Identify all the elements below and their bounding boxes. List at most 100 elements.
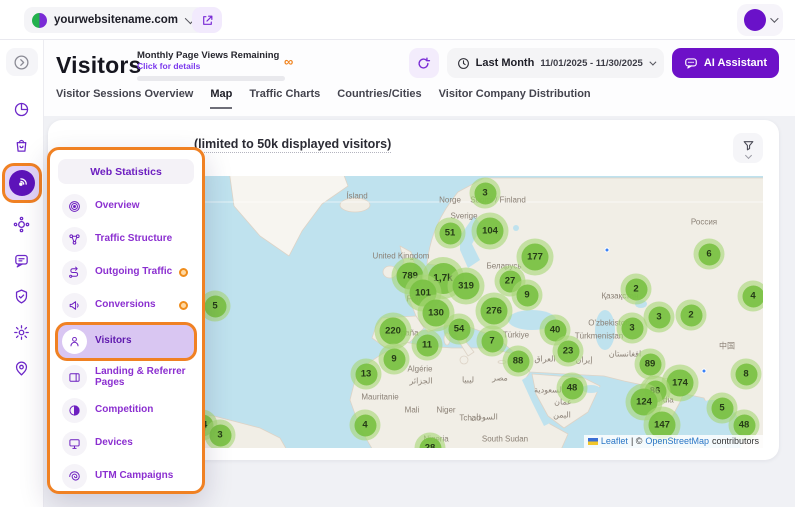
cluster-count: 48 <box>561 377 583 399</box>
visitor-cluster[interactable]: 2 <box>676 300 707 331</box>
sidebar-item-automation[interactable] <box>6 209 38 239</box>
refresh-button[interactable] <box>409 48 439 78</box>
cluster-count: 3 <box>648 306 670 328</box>
settings-gear-icon <box>13 324 30 341</box>
visitor-cluster[interactable]: 54 <box>444 314 475 345</box>
visitor-cluster[interactable]: 276 <box>476 293 513 330</box>
sidebar-item-settings-gear[interactable] <box>6 317 38 347</box>
sidebar-item-shield[interactable] <box>6 281 38 311</box>
visitor-cluster[interactable]: 13 <box>351 359 382 390</box>
visitor-cluster[interactable]: 88 <box>503 346 534 377</box>
menu-item-landing-referrer-pages[interactable]: Landing & Referrer Pages <box>58 361 194 394</box>
visitor-cluster[interactable]: 4 <box>350 410 381 441</box>
date-range-picker[interactable]: Last Month 11/01/2025 - 11/30/2025 <box>447 48 664 78</box>
half-circle-icon <box>68 404 81 417</box>
single-visitor-marker[interactable] <box>605 248 610 253</box>
visitor-cluster[interactable]: 3 <box>644 302 675 333</box>
visitor-cluster[interactable]: 104 <box>472 213 509 250</box>
tab-visitor-company-distribution[interactable]: Visitor Company Distribution <box>439 88 591 109</box>
visitor-cluster[interactable]: 6 <box>694 239 725 270</box>
site-favicon <box>32 13 47 28</box>
page-views-quota: Monthly Page Views Remaining Click for d… <box>137 50 287 81</box>
visitor-cluster[interactable]: 23 <box>553 336 584 367</box>
single-visitor-marker[interactable] <box>702 369 707 374</box>
openstreetmap-link[interactable]: OpenStreetMap <box>645 436 709 446</box>
cluster-count: 220 <box>380 318 407 345</box>
menu-item-label: Overview <box>95 201 139 212</box>
sidebar-item-web-stats-radar[interactable] <box>5 166 39 200</box>
refresh-icon <box>416 56 431 71</box>
visitor-cluster[interactable]: 3 <box>205 420 236 449</box>
chat-icon <box>13 252 30 269</box>
cluster-count: 2 <box>625 278 647 300</box>
tab-countries-cities[interactable]: Countries/Cities <box>337 88 421 109</box>
visitor-cluster[interactable]: 2 <box>621 274 652 305</box>
visitor-cluster[interactable]: 7 <box>477 326 508 357</box>
sidebar-item-chat[interactable] <box>6 245 38 275</box>
sidebar-item-visitor-location[interactable] <box>6 353 38 383</box>
visitor-cluster[interactable]: 9 <box>512 280 543 311</box>
avatar <box>744 9 766 31</box>
cluster-count: 3 <box>474 182 496 204</box>
menu-item-overview[interactable]: Overview <box>58 190 194 223</box>
cluster-count: 4 <box>354 414 376 436</box>
tab-map[interactable]: Map <box>210 88 232 109</box>
cluster-count: 9 <box>383 348 405 370</box>
chevron-down-icon <box>744 151 751 158</box>
tab-traffic-charts[interactable]: Traffic Charts <box>249 88 320 109</box>
web-statistics-menu: Web Statistics OverviewTraffic Structure… <box>47 147 205 494</box>
period-label: Last Month <box>476 57 535 69</box>
page-title: Visitors <box>56 52 142 79</box>
chevron-down-icon <box>649 58 656 65</box>
sidebar-item-pie-chart[interactable] <box>6 94 38 124</box>
attribution-separator: | © <box>631 436 642 446</box>
visitor-cluster[interactable]: 9 <box>379 344 410 375</box>
site-selector[interactable]: yourwebsitename.com <box>24 7 205 33</box>
map-attribution: Leaflet | © OpenStreetMap contributors <box>584 435 763 448</box>
cluster-count: 9 <box>516 284 538 306</box>
chevron-down-icon <box>770 14 778 22</box>
visitor-cluster[interactable]: 48 <box>557 373 588 404</box>
menu-item-competition[interactable]: Competition <box>58 394 194 427</box>
visitor-cluster[interactable]: 11 <box>412 330 443 361</box>
visitor-cluster[interactable]: 3 <box>470 178 501 209</box>
cluster-count: 89 <box>639 353 661 375</box>
visitor-cluster[interactable]: 177 <box>517 239 554 276</box>
cluster-count: 13 <box>355 363 377 385</box>
automation-icon <box>13 216 30 233</box>
cluster-count: 11 <box>416 334 438 356</box>
attribution-suffix: contributors <box>712 436 759 446</box>
menu-item-visitors[interactable]: Visitors <box>58 325 194 358</box>
site-name: yourwebsitename.com <box>54 14 178 26</box>
menu-item-outgoing-traffic[interactable]: Outgoing Traffic <box>58 256 194 289</box>
visitor-cluster[interactable]: 51 <box>435 218 466 249</box>
quota-details-link[interactable]: Click for details <box>137 61 287 71</box>
leaflet-link[interactable]: Leaflet <box>601 436 628 446</box>
cluster-count: 28 <box>419 437 441 448</box>
cluster-count: 7 <box>481 330 503 352</box>
user-menu[interactable] <box>737 4 783 36</box>
menu-item-label: Traffic Structure <box>95 234 172 245</box>
menu-item-traffic-structure[interactable]: Traffic Structure <box>58 223 194 256</box>
menu-item-conversions[interactable]: Conversions <box>58 289 194 322</box>
section-tabs: Visitor Sessions Overview Map Traffic Char… <box>56 88 591 109</box>
visitor-cluster[interactable]: 89 <box>635 349 666 380</box>
menu-item-devices[interactable]: Devices <box>58 427 194 460</box>
cluster-count: 8 <box>735 363 757 385</box>
ai-assistant-button[interactable]: AI Assistant <box>672 48 779 78</box>
sidebar-item-expand[interactable] <box>6 48 38 76</box>
person-icon <box>68 335 81 348</box>
cluster-count: 104 <box>477 218 504 245</box>
visitor-cluster[interactable]: 8 <box>731 359 762 390</box>
visitor-cluster[interactable]: 4 <box>738 281 764 312</box>
sidebar-item-orders-bag[interactable] <box>6 130 38 160</box>
open-site-button[interactable] <box>192 7 222 33</box>
filter-button[interactable] <box>733 133 763 163</box>
chat-bubble-icon <box>684 56 698 70</box>
menu-item-label: Landing & Referrer Pages <box>95 367 190 388</box>
tab-visitor-sessions-overview[interactable]: Visitor Sessions Overview <box>56 88 193 109</box>
cluster-count: 174 <box>667 370 694 397</box>
shield-icon <box>13 288 30 305</box>
notification-badge <box>179 301 188 310</box>
menu-item-utm-campaigns[interactable]: UTM Campaigns <box>58 460 194 493</box>
